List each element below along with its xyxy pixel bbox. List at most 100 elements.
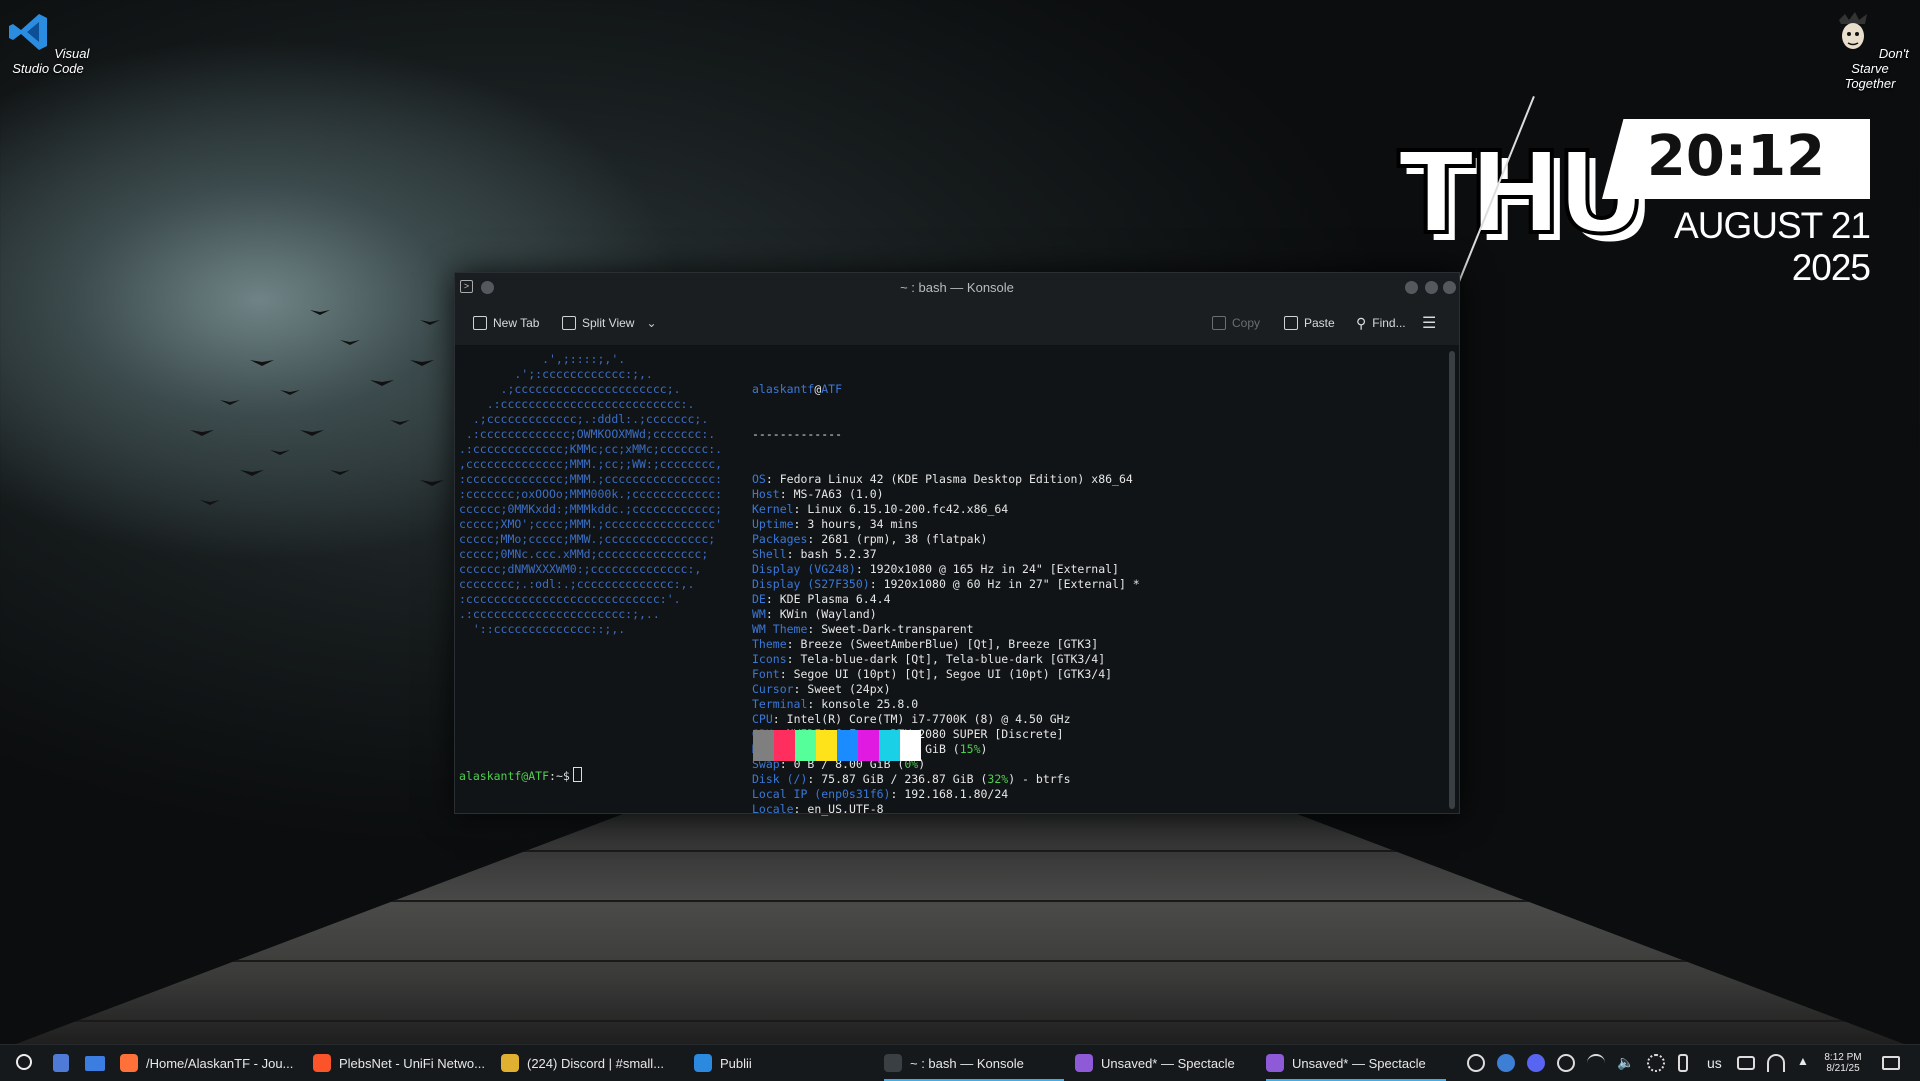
terminal-area[interactable]: .',;::::;,'. .';:cccccccccccc:;,. .;cccc… bbox=[455, 346, 1445, 816]
fastfetch-row: Display (VG248): 1920x1080 @ 165 Hz in 2… bbox=[752, 562, 1119, 576]
display-icon[interactable] bbox=[1737, 1056, 1755, 1070]
ascii-logo-line: ccccc;0MNc.ccc.xMMd;ccccccccccccccc; bbox=[459, 547, 709, 561]
fedora-ascii-logo: .',;::::;,'. .';:cccccccccccc:;,. .;cccc… bbox=[459, 352, 722, 637]
discover-icon[interactable] bbox=[53, 1054, 69, 1072]
ascii-logo-line: .';:cccccccccccc:;,. bbox=[459, 367, 653, 381]
konsole-window[interactable]: > ~ : bash — Konsole New Tab Split View … bbox=[454, 272, 1460, 816]
fastfetch-host: ATF bbox=[821, 382, 843, 396]
notifications-off-icon[interactable] bbox=[1467, 1054, 1485, 1072]
chevron-up-icon[interactable]: ▲ bbox=[1797, 1054, 1815, 1072]
start-menu-icon[interactable] bbox=[16, 1054, 32, 1070]
palette-swatch bbox=[795, 730, 816, 761]
shell-prompt[interactable]: alaskantf@ATF:~$ bbox=[459, 767, 582, 784]
dont-starve-icon bbox=[1839, 12, 1868, 49]
firefox-icon bbox=[120, 1054, 138, 1072]
spectacle-icon bbox=[1075, 1054, 1093, 1072]
volume-icon[interactable]: 🔈 bbox=[1617, 1054, 1635, 1072]
taskbar-task[interactable]: ~ : bash — Konsole bbox=[884, 1045, 1064, 1081]
fastfetch-row: Display (S27F350): 1920x1080 @ 60 Hz in … bbox=[752, 577, 1140, 591]
show-desktop-icon[interactable] bbox=[1882, 1056, 1900, 1070]
taskbar-task[interactable]: PlebsNet - UniFi Netwo... bbox=[313, 1045, 493, 1081]
fastfetch-key: Shell bbox=[752, 547, 787, 561]
wallpaper-birds bbox=[190, 310, 444, 505]
close-button[interactable] bbox=[1443, 281, 1456, 294]
fastfetch-key: Local IP (enp0s31f6) bbox=[752, 787, 891, 801]
prompt-path: :~$ bbox=[549, 769, 570, 783]
window-titlebar[interactable]: > ~ : bash — Konsole bbox=[455, 273, 1459, 301]
fastfetch-row: Theme: Breeze (SweetAmberBlue) [Qt], Bre… bbox=[752, 637, 1099, 651]
fastfetch-info: alaskantf@ATF ------------- OS: Fedora L… bbox=[752, 352, 1140, 847]
widget-time: 20:12 bbox=[1646, 124, 1826, 189]
qbittorrent-icon[interactable] bbox=[1497, 1054, 1515, 1072]
desktop-icon-vscode[interactable]: Visual Studio Code bbox=[3, 10, 93, 76]
fastfetch-key: OS bbox=[752, 472, 766, 486]
fastfetch-value: Breeze (SweetAmberBlue) [Qt], Breeze [GT… bbox=[800, 637, 1099, 651]
phone-icon[interactable] bbox=[1678, 1054, 1688, 1072]
desktop-icon-dont-starve[interactable]: Don't Starve Together bbox=[1825, 10, 1915, 91]
fastfetch-key: DE bbox=[752, 592, 766, 606]
fastfetch-key: Display (VG248) bbox=[752, 562, 856, 576]
fastfetch-value: 3 hours, 34 mins bbox=[807, 517, 919, 531]
search-icon: ⚲ bbox=[1356, 314, 1367, 331]
ascii-logo-line: ccccc;XMO';cccc;MMM.;cccccccccccccccc' bbox=[459, 517, 723, 531]
split-view-icon bbox=[562, 316, 576, 330]
fastfetch-rows: OS: Fedora Linux 42 (KDE Plasma Desktop … bbox=[752, 472, 1140, 817]
chrome-icon bbox=[501, 1054, 519, 1072]
taskbar-task[interactable]: Unsaved* — Spectacle bbox=[1075, 1045, 1255, 1081]
new-tab-button[interactable]: New Tab bbox=[473, 314, 539, 332]
fastfetch-row: Host: MS-7A63 (1.0) bbox=[752, 487, 884, 501]
ascii-logo-line: '::cccccccccccccc::;,. bbox=[459, 622, 626, 636]
terminal-scrollbar[interactable] bbox=[1449, 351, 1455, 809]
ascii-logo-line: :cccccccccccccc;MMM.;cccccccccccccccc: bbox=[459, 472, 723, 486]
color-palette bbox=[753, 730, 921, 761]
split-view-button[interactable]: Split View ⌄ bbox=[562, 314, 657, 332]
ascii-logo-line: ccccc;MMo;ccccc;MMW.;ccccccccccccccc; bbox=[459, 532, 716, 546]
fastfetch-percent: 32% bbox=[987, 772, 1009, 786]
weather-icon[interactable] bbox=[1587, 1054, 1605, 1072]
copy-label: Copy bbox=[1232, 316, 1261, 330]
steam-icon[interactable] bbox=[1557, 1054, 1575, 1072]
ascii-logo-line: .:cccccccccccccccccccccc:;,.. bbox=[459, 607, 660, 621]
brightness-icon[interactable] bbox=[1647, 1054, 1665, 1072]
hamburger-menu-button[interactable]: ☰ bbox=[1422, 314, 1436, 332]
fastfetch-value: bash 5.2.37 bbox=[800, 547, 877, 561]
fastfetch-key: WM bbox=[752, 607, 766, 621]
fastfetch-tail: ) bbox=[980, 742, 988, 756]
discord-tray-icon[interactable] bbox=[1527, 1054, 1545, 1072]
taskbar-task-label: Publii bbox=[720, 1055, 752, 1071]
taskbar-task[interactable]: /Home/AlaskanTF - Jou... bbox=[120, 1045, 305, 1081]
fastfetch-value: 1920x1080 @ 60 Hz in 27" [External] * bbox=[883, 577, 1140, 591]
text-cursor bbox=[572, 767, 582, 782]
ascii-logo-line: .:ccccccccccccc;KMMc;cc;xMMc;ccccccc:. bbox=[459, 442, 723, 456]
fastfetch-value: Segoe UI (10pt) [Qt], Segoe UI (10pt) [G… bbox=[793, 667, 1113, 681]
minimize-button[interactable] bbox=[1405, 281, 1418, 294]
tray-time: 8:12 PM bbox=[1824, 1052, 1862, 1063]
copy-button[interactable]: Copy bbox=[1212, 314, 1260, 332]
split-view-label: Split View bbox=[582, 316, 635, 330]
fastfetch-title: alaskantf@ATF bbox=[752, 382, 843, 396]
file-manager-icon[interactable] bbox=[85, 1056, 105, 1071]
fastfetch-key: Locale bbox=[752, 802, 794, 816]
fastfetch-row: Icons: Tela-blue-dark [Qt], Tela-blue-da… bbox=[752, 652, 1106, 666]
taskbar-task[interactable]: Unsaved* — Spectacle bbox=[1266, 1045, 1446, 1081]
find-button[interactable]: ⚲ Find... bbox=[1356, 314, 1406, 332]
spectacle-icon bbox=[1266, 1054, 1284, 1072]
palette-swatch bbox=[774, 730, 795, 761]
fastfetch-row: Locale: en_US.UTF-8 bbox=[752, 802, 884, 816]
taskbar-task[interactable]: (224) Discord | #small... bbox=[501, 1045, 686, 1081]
widget-date: AUGUST 21 2025 bbox=[1674, 205, 1871, 288]
network-icon[interactable] bbox=[1767, 1054, 1785, 1072]
chevron-down-icon[interactable]: ⌄ bbox=[646, 316, 656, 330]
taskbar-task[interactable]: Publii bbox=[694, 1045, 854, 1081]
fastfetch-value: 192.168.1.80/24 bbox=[904, 787, 1009, 801]
taskbar-task-label: Unsaved* — Spectacle bbox=[1101, 1055, 1235, 1071]
tray-clock[interactable]: 8:12 PM 8/21/25 bbox=[1818, 1052, 1868, 1074]
paste-button[interactable]: Paste bbox=[1284, 314, 1335, 332]
fastfetch-value: 75.87 GiB / 236.87 GiB ( bbox=[821, 772, 988, 786]
fastfetch-key: Cursor bbox=[752, 682, 794, 696]
keyboard-layout[interactable]: us bbox=[1707, 1055, 1722, 1071]
fastfetch-row: CPU: Intel(R) Core(TM) i7-7700K (8) @ 4.… bbox=[752, 712, 1071, 726]
maximize-button[interactable] bbox=[1425, 281, 1438, 294]
ascii-logo-line: cccccc;dNMWXXXWM0:;cccccccccccccc:, bbox=[459, 562, 702, 576]
paste-icon bbox=[1284, 316, 1298, 330]
